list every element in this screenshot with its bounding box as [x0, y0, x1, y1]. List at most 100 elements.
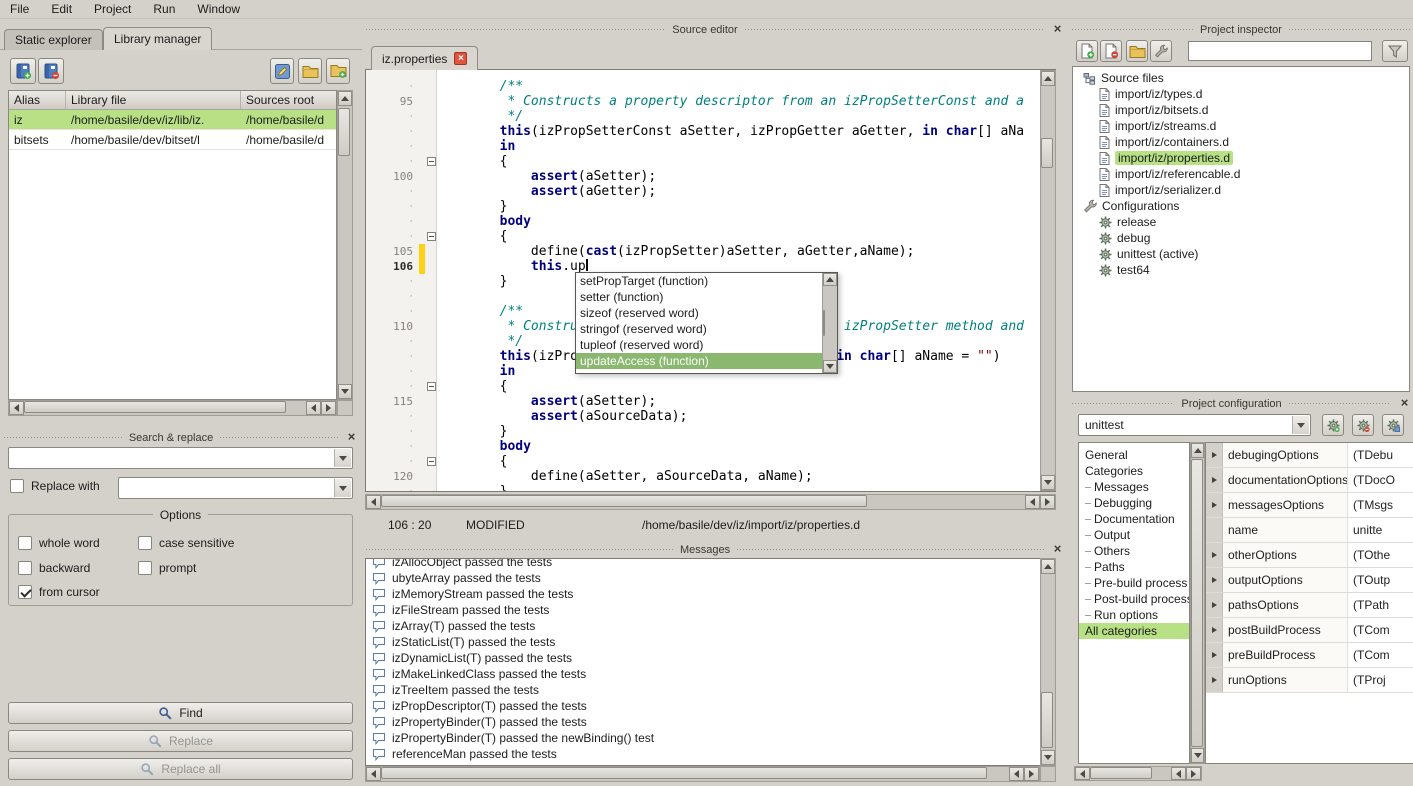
category-item[interactable]: Pre-build process: [1079, 575, 1189, 591]
tree-item-import-iz-serializer-d[interactable]: import/iz/serializer.d: [1073, 182, 1409, 198]
code-line[interactable]: define(aSetter, aSourceData, aName);: [437, 469, 1055, 484]
code-line[interactable]: body: [437, 439, 1055, 454]
clone-configuration-button[interactable]: [1382, 414, 1404, 436]
message-item[interactable]: izTreeItem passed the tests: [366, 682, 1055, 698]
scroll-left-button[interactable]: [9, 401, 24, 415]
category-item[interactable]: Categories: [1079, 463, 1189, 479]
property-expander[interactable]: [1206, 618, 1223, 642]
categories-v-scrollbar[interactable]: [1190, 442, 1205, 764]
column-header-sources-root[interactable]: Sources root: [241, 91, 337, 109]
property-row[interactable]: pathsOptions(TPath: [1206, 593, 1413, 618]
property-expander[interactable]: [1206, 668, 1223, 692]
menu-item-project[interactable]: Project: [94, 2, 131, 16]
scroll-right-button[interactable]: [1040, 495, 1055, 509]
column-header-alias[interactable]: Alias: [9, 91, 66, 109]
scroll-up-button[interactable]: [1041, 559, 1055, 574]
close-icon[interactable]: [1051, 23, 1064, 36]
property-expander[interactable]: [1206, 468, 1223, 492]
replace-input[interactable]: [118, 477, 353, 499]
property-value[interactable]: (TCom: [1348, 643, 1413, 667]
dropdown-arrow-icon[interactable]: [1292, 416, 1309, 434]
code-line[interactable]: }: [437, 424, 1055, 439]
expander-arrow-icon[interactable]: [1212, 602, 1217, 608]
column-header-library-file[interactable]: Library file: [66, 91, 241, 109]
category-item[interactable]: Debugging: [1079, 495, 1189, 511]
category-item[interactable]: Others: [1079, 543, 1189, 559]
tree-item-import-iz-properties-d[interactable]: import/iz/properties.d: [1073, 150, 1409, 166]
message-item[interactable]: ubyteArray passed the tests: [366, 570, 1055, 586]
property-expander[interactable]: [1206, 443, 1223, 467]
code-line[interactable]: assert(aGetter);: [437, 184, 1055, 199]
code-line[interactable]: assert(aSetter);: [437, 169, 1055, 184]
fold-marker-icon[interactable]: [427, 232, 436, 241]
tree-item-source-files[interactable]: Source files: [1073, 70, 1409, 86]
scroll-down-button[interactable]: [823, 360, 837, 373]
property-row[interactable]: messagesOptions(TMsgs: [1206, 493, 1413, 518]
dropdown-arrow-icon[interactable]: [334, 479, 351, 497]
property-expander[interactable]: [1206, 643, 1223, 667]
option-from-cursor[interactable]: from cursor: [18, 585, 100, 599]
scroll-down-button[interactable]: [338, 384, 352, 399]
expander-arrow-icon[interactable]: [1212, 477, 1217, 483]
message-item[interactable]: izArray(T) passed the tests: [366, 618, 1055, 634]
open-library-button[interactable]: [298, 58, 322, 84]
property-row[interactable]: documentationOptions(TDocO: [1206, 468, 1413, 493]
property-row[interactable]: outputOptions(TOutp: [1206, 568, 1413, 593]
inspector-filter-input[interactable]: [1188, 41, 1372, 61]
tree-item-import-iz-streams-d[interactable]: import/iz/streams.d: [1073, 118, 1409, 134]
option-whole-word[interactable]: whole word: [18, 536, 100, 550]
tab-library-manager[interactable]: Library manager: [103, 27, 212, 50]
scroll-thumb[interactable]: [24, 401, 286, 413]
code-line[interactable]: {: [437, 229, 1055, 244]
option-case-sensitive[interactable]: case sensitive: [138, 536, 234, 550]
scroll-thumb[interactable]: [823, 310, 825, 336]
dropdown-arrow-icon[interactable]: [334, 449, 351, 467]
scroll-up-button[interactable]: [1041, 71, 1055, 86]
scroll-left-button[interactable]: [1171, 767, 1186, 780]
remove-configuration-button[interactable]: [1352, 414, 1374, 436]
editor-tab-iz-properties[interactable]: iz.properties: [371, 46, 478, 70]
menu-item-run[interactable]: Run: [153, 2, 175, 16]
code-line[interactable]: */: [437, 109, 1055, 124]
prompt-checkbox[interactable]: [138, 561, 152, 575]
category-item[interactable]: Paths: [1079, 559, 1189, 575]
code-line[interactable]: {: [437, 154, 1055, 169]
open-folder-button[interactable]: [1126, 40, 1148, 62]
completion-item[interactable]: updateAccess (function): [576, 353, 822, 369]
message-item[interactable]: izPropertyBinder(T) passed the tests: [366, 714, 1055, 730]
property-value[interactable]: unitte: [1348, 518, 1413, 542]
expander-arrow-icon[interactable]: [1212, 577, 1217, 583]
scroll-down-button[interactable]: [1191, 748, 1204, 763]
completion-item[interactable]: setPropTarget (function): [576, 273, 822, 289]
code-line[interactable]: body: [437, 214, 1055, 229]
property-value[interactable]: (TMsgs: [1348, 493, 1413, 517]
tree-item-debug[interactable]: debug: [1073, 230, 1409, 246]
property-row[interactable]: debugingOptions(TDebu: [1206, 443, 1413, 468]
fold-marker-icon[interactable]: [427, 457, 436, 466]
from-cursor-checkbox[interactable]: [18, 585, 32, 599]
scroll-right-button[interactable]: [1186, 767, 1201, 780]
property-row[interactable]: otherOptions(TOthe: [1206, 543, 1413, 568]
messages-v-scrollbar[interactable]: [1040, 558, 1056, 766]
library-table-h-scrollbar[interactable]: [8, 400, 337, 416]
property-expander[interactable]: [1206, 593, 1223, 617]
scroll-thumb[interactable]: [381, 495, 867, 507]
close-icon[interactable]: [1398, 397, 1411, 410]
property-row[interactable]: nameunitte: [1206, 518, 1413, 543]
property-row[interactable]: runOptions(TProj: [1206, 668, 1413, 693]
scroll-thumb[interactable]: [381, 767, 987, 779]
category-item[interactable]: Documentation: [1079, 511, 1189, 527]
tree-item-import-iz-referencable-d[interactable]: import/iz/referencable.d: [1073, 166, 1409, 182]
property-row[interactable]: postBuildProcess(TCom: [1206, 618, 1413, 643]
code-line[interactable]: {: [437, 454, 1055, 469]
category-item[interactable]: Run options: [1079, 607, 1189, 623]
expander-arrow-icon[interactable]: [1212, 677, 1217, 683]
tree-item-import-iz-bitsets-d[interactable]: import/iz/bitsets.d: [1073, 102, 1409, 118]
scroll-up-button[interactable]: [338, 91, 352, 106]
category-item[interactable]: Output: [1079, 527, 1189, 543]
tree-item-import-iz-types-d[interactable]: import/iz/types.d: [1073, 86, 1409, 102]
message-item[interactable]: izFileStream passed the tests: [366, 602, 1055, 618]
scroll-up-button[interactable]: [1191, 443, 1204, 458]
scroll-thumb[interactable]: [338, 108, 350, 156]
autocomplete-popup[interactable]: setPropTarget (function)setter (function…: [575, 272, 838, 374]
